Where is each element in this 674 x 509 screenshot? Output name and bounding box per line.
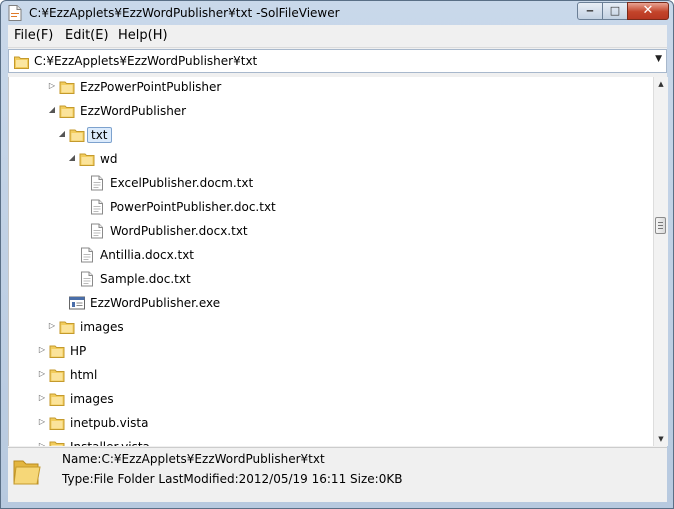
folder-icon — [59, 81, 75, 94]
folder-icon — [59, 321, 75, 334]
tree-item-file[interactable]: Sample.doc.txt — [9, 268, 649, 290]
app-window: C:¥EzzApplets¥EzzWordPublisher¥txt -SolF… — [0, 0, 674, 509]
tree-item-label: WordPublisher.docx.txt — [110, 224, 248, 238]
tree-expand-icon[interactable]: ▷ — [37, 417, 47, 426]
tree-item-label: PowerPointPublisher.doc.txt — [110, 200, 276, 214]
tree-item-label: images — [70, 392, 114, 406]
tree-item-label: EzzWordPublisher.exe — [90, 296, 221, 310]
close-icon: ✕ — [642, 3, 654, 18]
text-file-icon — [81, 247, 93, 263]
title-bar[interactable]: C:¥EzzApplets¥EzzWordPublisher¥txt -SolF… — [1, 1, 673, 25]
text-file-icon — [91, 175, 103, 191]
tree-item-exe[interactable]: EzzWordPublisher.exe — [9, 292, 649, 314]
tree-expand-icon[interactable]: ▷ — [37, 441, 47, 446]
file-tree[interactable]: ▷ EzzPowerPointPublisher ◢ EzzWordPublisher… — [8, 77, 654, 446]
tree-item-folder[interactable]: ▷ EzzPowerPointPublisher — [9, 77, 649, 98]
tree-item-label: Sample.doc.txt — [100, 272, 191, 286]
tree-item-label: wd — [100, 152, 118, 166]
maximize-button[interactable]: □ — [602, 2, 628, 20]
text-file-icon — [81, 271, 93, 287]
tree-item-label: ExcelPublisher.docm.txt — [110, 176, 254, 190]
vertical-scrollbar[interactable]: ▲ ▼ — [653, 77, 668, 446]
close-button[interactable]: ✕ — [627, 2, 669, 20]
tree-item-file[interactable]: ExcelPublisher.docm.txt — [9, 172, 649, 194]
scroll-up-arrow-icon[interactable]: ▲ — [654, 77, 668, 91]
tree-collapse-icon[interactable]: ◢ — [57, 129, 67, 138]
tree-item-label: EzzWordPublisher — [80, 104, 187, 118]
tree-item-folder[interactable]: ▷ images — [9, 316, 649, 338]
folder-icon — [49, 393, 65, 406]
tree-expand-icon[interactable]: ▷ — [37, 369, 47, 378]
text-file-icon — [91, 199, 103, 215]
client-area: File(F) Edit(E) Help(H) C:¥EzzApplets¥Ez… — [8, 25, 668, 502]
menu-edit[interactable]: Edit(E) — [65, 28, 109, 43]
tree-item-file[interactable]: PowerPointPublisher.doc.txt — [9, 196, 649, 218]
folder-large-icon — [13, 460, 41, 485]
tree-item-label: inetpub.vista — [70, 416, 149, 430]
maximize-icon: □ — [609, 4, 621, 17]
tree-expand-icon[interactable]: ▷ — [37, 345, 47, 354]
folder-icon — [49, 417, 65, 430]
tree-expand-icon[interactable]: ▷ — [47, 321, 57, 330]
tree-item-folder[interactable]: ▷ HP — [9, 340, 649, 362]
tree-item-folder[interactable]: ▷ html — [9, 364, 649, 386]
window-title: C:¥EzzApplets¥EzzWordPublisher¥txt -SolF… — [29, 6, 340, 20]
tree-item-folder[interactable]: ▷ inetpub.vista — [9, 412, 649, 434]
menu-help[interactable]: Help(H) — [118, 28, 168, 43]
status-name: Name:C:¥EzzApplets¥EzzWordPublisher¥txt — [62, 452, 325, 466]
tree-expand-icon[interactable]: ▷ — [37, 393, 47, 402]
tree-item-folder[interactable]: ▷ Installer.vista — [9, 436, 649, 446]
tree-item-label: images — [80, 320, 124, 334]
menu-bar: File(F) Edit(E) Help(H) — [8, 25, 667, 48]
folder-icon — [69, 129, 85, 142]
executable-icon — [69, 296, 85, 310]
folder-icon — [49, 369, 65, 382]
tree-item-folder[interactable]: ◢ txt — [9, 124, 649, 146]
tree-item-label: html — [70, 368, 98, 382]
folder-icon — [14, 56, 29, 69]
tree-item-file[interactable]: WordPublisher.docx.txt — [9, 220, 649, 242]
minimize-icon: ‒ — [586, 4, 594, 17]
scroll-down-arrow-icon[interactable]: ▼ — [654, 432, 668, 446]
tree-collapse-icon[interactable]: ◢ — [47, 105, 57, 114]
tree-expand-icon[interactable]: ▷ — [47, 81, 57, 90]
path-combobox[interactable]: C:¥EzzApplets¥EzzWordPublisher¥txt ▼ — [8, 49, 667, 73]
text-file-icon — [91, 223, 103, 239]
folder-icon — [49, 345, 65, 358]
tree-item-folder[interactable]: ▷ images — [9, 388, 649, 410]
status-info: Type:File Folder LastModified:2012/05/19… — [62, 472, 403, 486]
folder-icon — [49, 441, 65, 446]
scrollbar-thumb[interactable] — [655, 217, 666, 234]
path-text: C:¥EzzApplets¥EzzWordPublisher¥txt — [34, 54, 258, 68]
tree-item-label: Installer.vista — [67, 439, 153, 446]
tree-collapse-icon[interactable]: ◢ — [67, 153, 77, 162]
tree-item-folder[interactable]: ◢ EzzWordPublisher — [9, 100, 649, 122]
menu-file[interactable]: File(F) — [14, 28, 53, 43]
chevron-down-icon[interactable]: ▼ — [655, 54, 662, 64]
tree-item-label: txt — [87, 127, 112, 143]
minimize-button[interactable]: ‒ — [577, 2, 603, 20]
tree-item-label: Antillia.docx.txt — [100, 248, 195, 262]
status-bar: Name:C:¥EzzApplets¥EzzWordPublisher¥txt … — [8, 447, 667, 502]
tree-item-label: EzzPowerPointPublisher — [80, 80, 222, 94]
tree-item-folder[interactable]: ◢ wd — [9, 148, 649, 170]
tree-item-label: HP — [70, 344, 87, 358]
folder-icon — [79, 153, 95, 166]
document-icon — [8, 5, 22, 21]
tree-item-file[interactable]: Antillia.docx.txt — [9, 244, 649, 266]
folder-icon — [59, 105, 75, 118]
